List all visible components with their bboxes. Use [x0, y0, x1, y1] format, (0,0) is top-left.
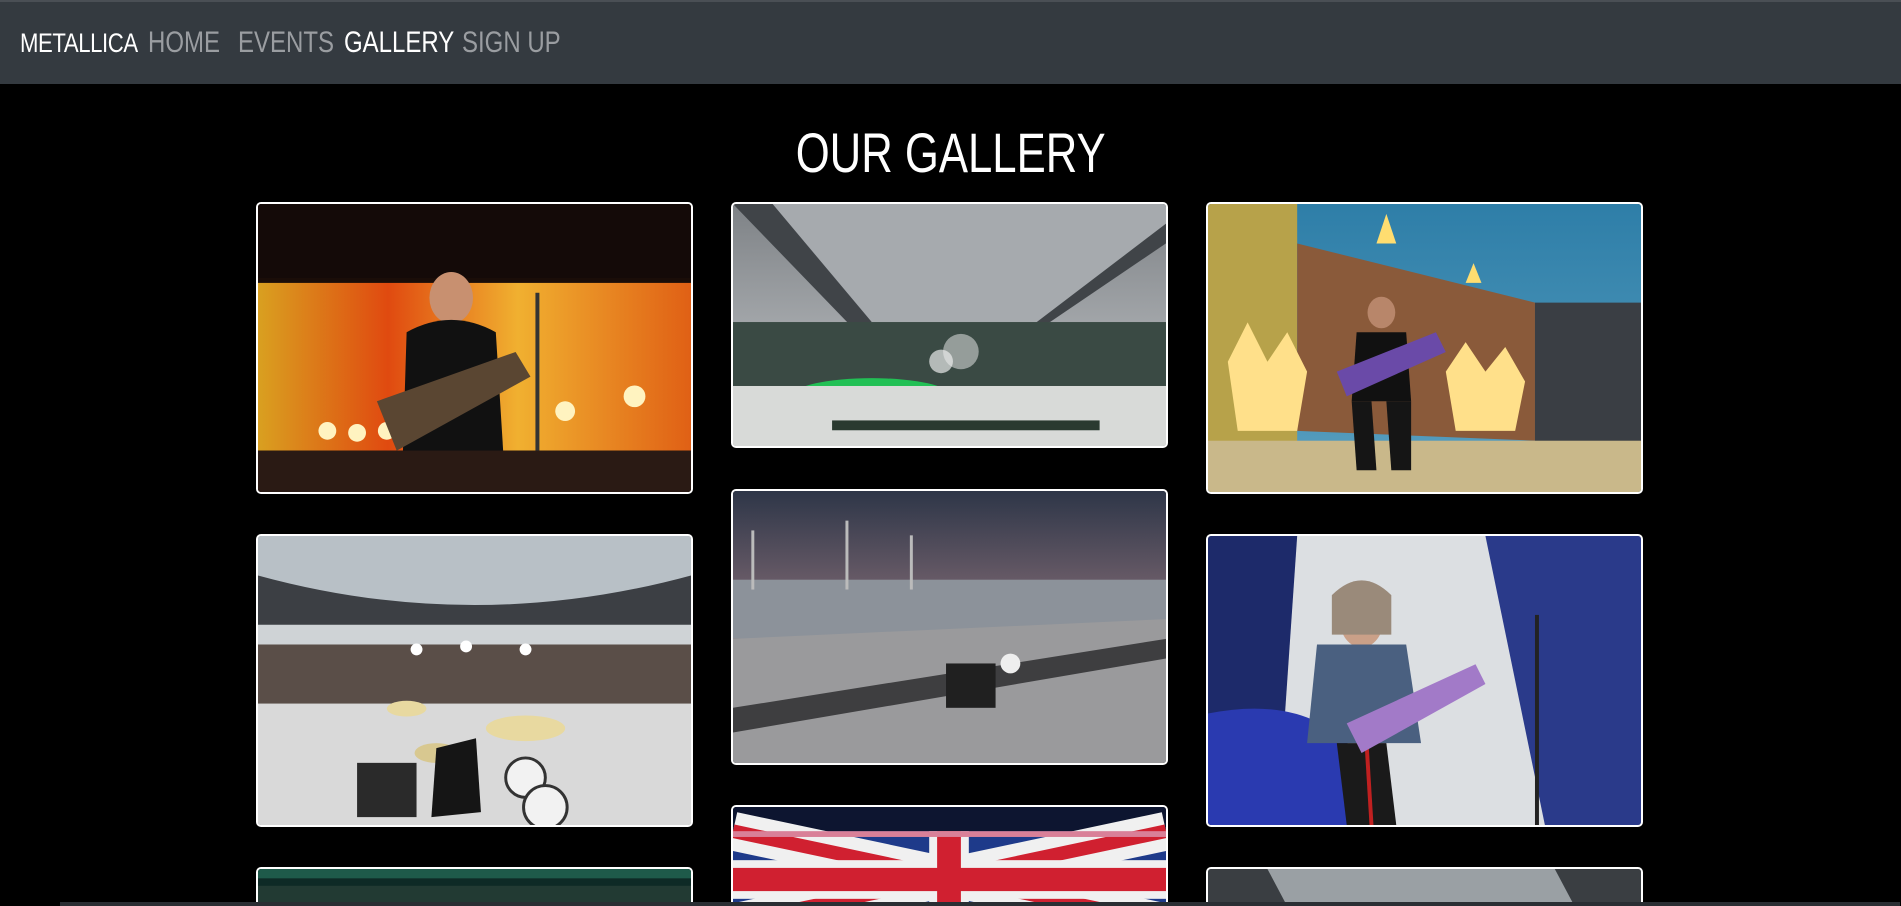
gallery-photo-union-jack[interactable]	[731, 805, 1168, 906]
photo-image	[258, 536, 691, 825]
horizontal-scrollbar[interactable]	[60, 902, 1900, 906]
page: METALLICA HOME EVENTS GALLERY SIGN UP OU…	[0, 0, 1901, 906]
photo-image	[258, 869, 691, 906]
photo-image	[1208, 204, 1641, 492]
gallery-photo-singer[interactable]	[256, 202, 693, 494]
photo-image	[258, 204, 691, 492]
page-title: OUR GALLERY	[0, 120, 1901, 185]
photo-image	[733, 807, 1166, 906]
nav-link-events[interactable]: EVENTS	[238, 26, 334, 60]
photo-image	[1208, 536, 1641, 825]
photo-image	[733, 491, 1166, 763]
gallery-photo-stadium[interactable]	[731, 202, 1168, 448]
gallery-photo-stadium-roof[interactable]	[1206, 867, 1643, 906]
nav-link-sign-up[interactable]: SIGN UP	[462, 26, 561, 60]
navbar: METALLICA HOME EVENTS GALLERY SIGN UP	[0, 0, 1901, 84]
nav-link-home[interactable]: HOME	[148, 26, 220, 60]
gallery-photo-drummer[interactable]	[256, 534, 693, 827]
gallery-photo-aerial[interactable]	[731, 489, 1168, 765]
photo-image	[733, 204, 1166, 446]
brand-link[interactable]: METALLICA	[20, 28, 138, 59]
photo-image	[1208, 869, 1641, 906]
gallery-photo-guitarist-flames[interactable]	[1206, 202, 1643, 494]
page-title-text: OUR GALLERY	[795, 121, 1106, 184]
nav-links: HOME EVENTS GALLERY SIGN UP	[148, 26, 562, 60]
gallery-photo-crowd[interactable]	[256, 867, 693, 906]
gallery-photo-lead-guitarist[interactable]	[1206, 534, 1643, 827]
nav-link-gallery[interactable]: GALLERY	[344, 26, 454, 60]
